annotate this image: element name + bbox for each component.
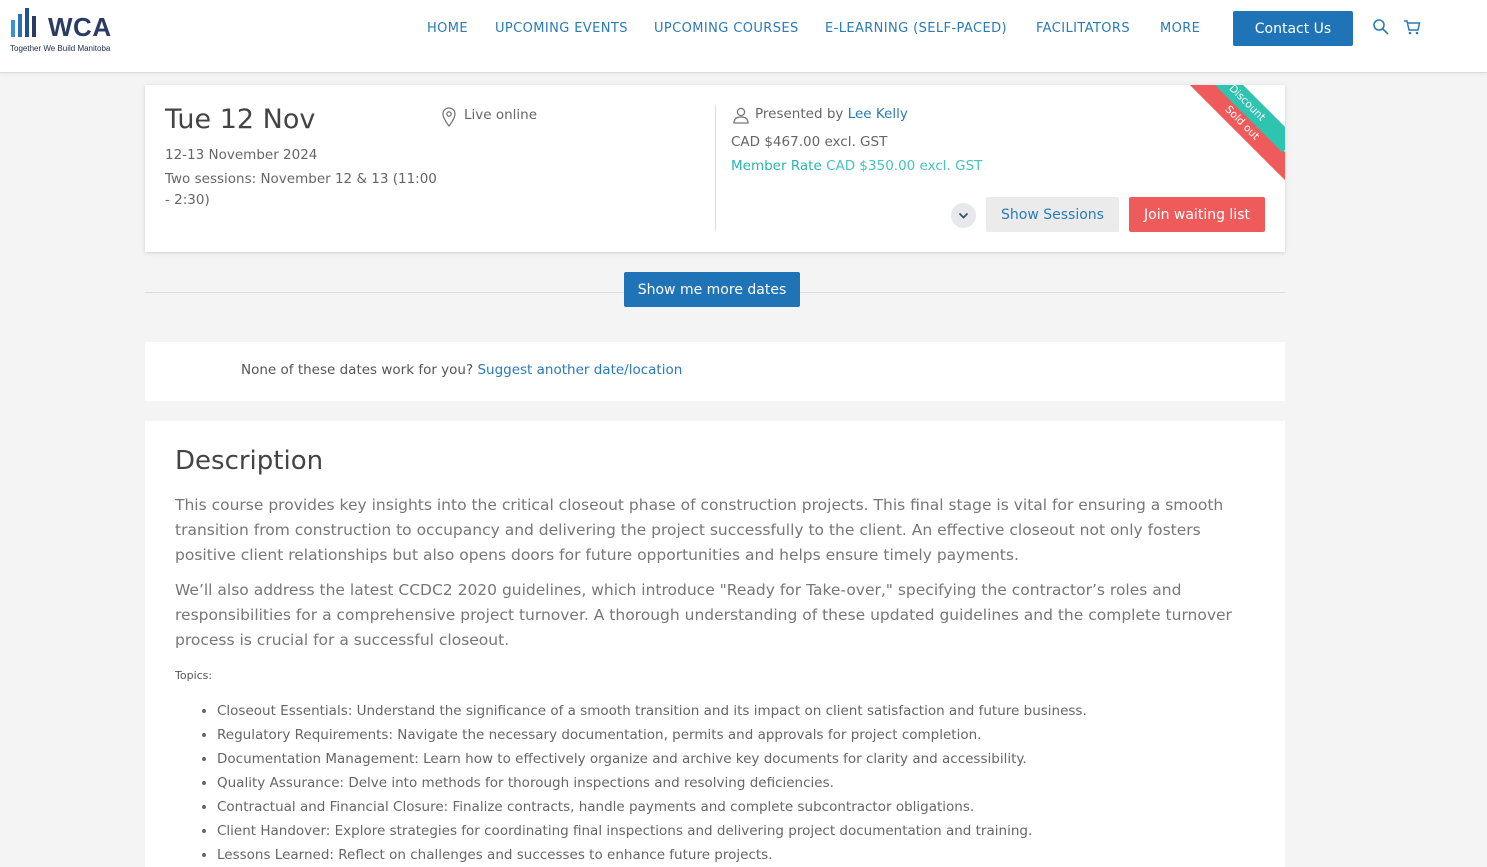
suggest-panel: None of these dates work for you? Sugges… xyxy=(145,342,1285,401)
suggest-prompt: None of these dates work for you? xyxy=(241,362,474,378)
chevron-down-icon xyxy=(958,212,969,219)
nav-upcoming-events[interactable]: UPCOMING EVENTS xyxy=(495,21,628,36)
presenter-line: Presented by Lee Kelly xyxy=(755,106,908,122)
topic-item: Quality Assurance: Delve into methods fo… xyxy=(217,771,1087,795)
logo-tagline: Together We Build Manitoba xyxy=(10,44,111,53)
presenter-link[interactable]: Lee Kelly xyxy=(848,106,908,122)
member-rate: Member Rate CAD $350.00 excl. GST xyxy=(731,158,982,174)
cart-icon[interactable] xyxy=(1403,18,1421,36)
topics-label: Topics: xyxy=(175,669,213,682)
topic-item: Lessons Learned: Reflect on challenges a… xyxy=(217,843,1087,867)
join-waiting-list-button[interactable]: Join waiting list xyxy=(1129,197,1265,232)
site-logo[interactable]: WCA Together We Build Manitoba xyxy=(10,6,125,56)
contact-us-button[interactable]: Contact Us xyxy=(1233,11,1353,46)
status-ribbons: Sold out Discount xyxy=(1179,85,1285,191)
member-rate-label: Member Rate xyxy=(731,158,822,174)
card-divider xyxy=(715,105,716,231)
presented-by-label: Presented by xyxy=(755,106,844,122)
topics-list: Closeout Essentials: Understand the sign… xyxy=(217,699,1087,867)
show-more-dates-button[interactable]: Show me more dates xyxy=(624,272,800,307)
location-pin-icon xyxy=(442,107,456,127)
session-price: CAD $467.00 excl. GST xyxy=(731,134,888,150)
logo-text: WCA xyxy=(48,12,112,42)
show-sessions-button[interactable]: Show Sessions xyxy=(986,197,1119,232)
nav-facilitators[interactable]: FACILITATORS xyxy=(1036,21,1130,36)
user-icon xyxy=(733,107,749,124)
topic-item: Closeout Essentials: Understand the sign… xyxy=(217,699,1087,723)
nav-more[interactable]: MORE xyxy=(1160,21,1200,36)
logo-bars-icon xyxy=(11,8,36,37)
nav-home[interactable]: HOME xyxy=(427,21,468,36)
expand-sessions-button[interactable] xyxy=(951,203,976,228)
topic-item: Documentation Management: Learn how to e… xyxy=(217,747,1087,771)
suggest-line: None of these dates work for you? Sugges… xyxy=(241,362,682,378)
session-location: Live online xyxy=(464,107,538,123)
member-rate-price: CAD $350.00 excl. GST xyxy=(826,158,983,174)
topic-item: Contractual and Financial Closure: Final… xyxy=(217,795,1087,819)
suggest-date-link[interactable]: Suggest another date/location xyxy=(477,362,682,378)
description-title: Description xyxy=(175,446,324,476)
session-note: Two sessions: November 12 & 13 (11:00 - … xyxy=(165,171,437,208)
nav-upcoming-courses[interactable]: UPCOMING COURSES xyxy=(654,21,799,36)
session-date-range: 12-13 November 2024 xyxy=(165,147,318,163)
nav-e-learning[interactable]: E-LEARNING (SELF-PACED) xyxy=(825,21,1007,36)
search-icon[interactable] xyxy=(1372,18,1390,36)
site-header: WCA Together We Build Manitoba HOME UPCO… xyxy=(0,0,1487,73)
description-paragraph-2: We’ll also address the latest CCDC2 2020… xyxy=(175,581,1232,649)
session-date: Tue 12 Nov xyxy=(165,104,316,135)
topic-item: Regulatory Requirements: Navigate the ne… xyxy=(217,723,1087,747)
session-card: Tue 12 Nov 12-13 November 2024 Two sessi… xyxy=(145,85,1285,252)
topic-item: Client Handover: Explore strategies for … xyxy=(217,819,1087,843)
description-panel: Description This course provides key ins… xyxy=(145,421,1285,867)
description-paragraph-1: This course provides key insights into t… xyxy=(175,496,1224,564)
